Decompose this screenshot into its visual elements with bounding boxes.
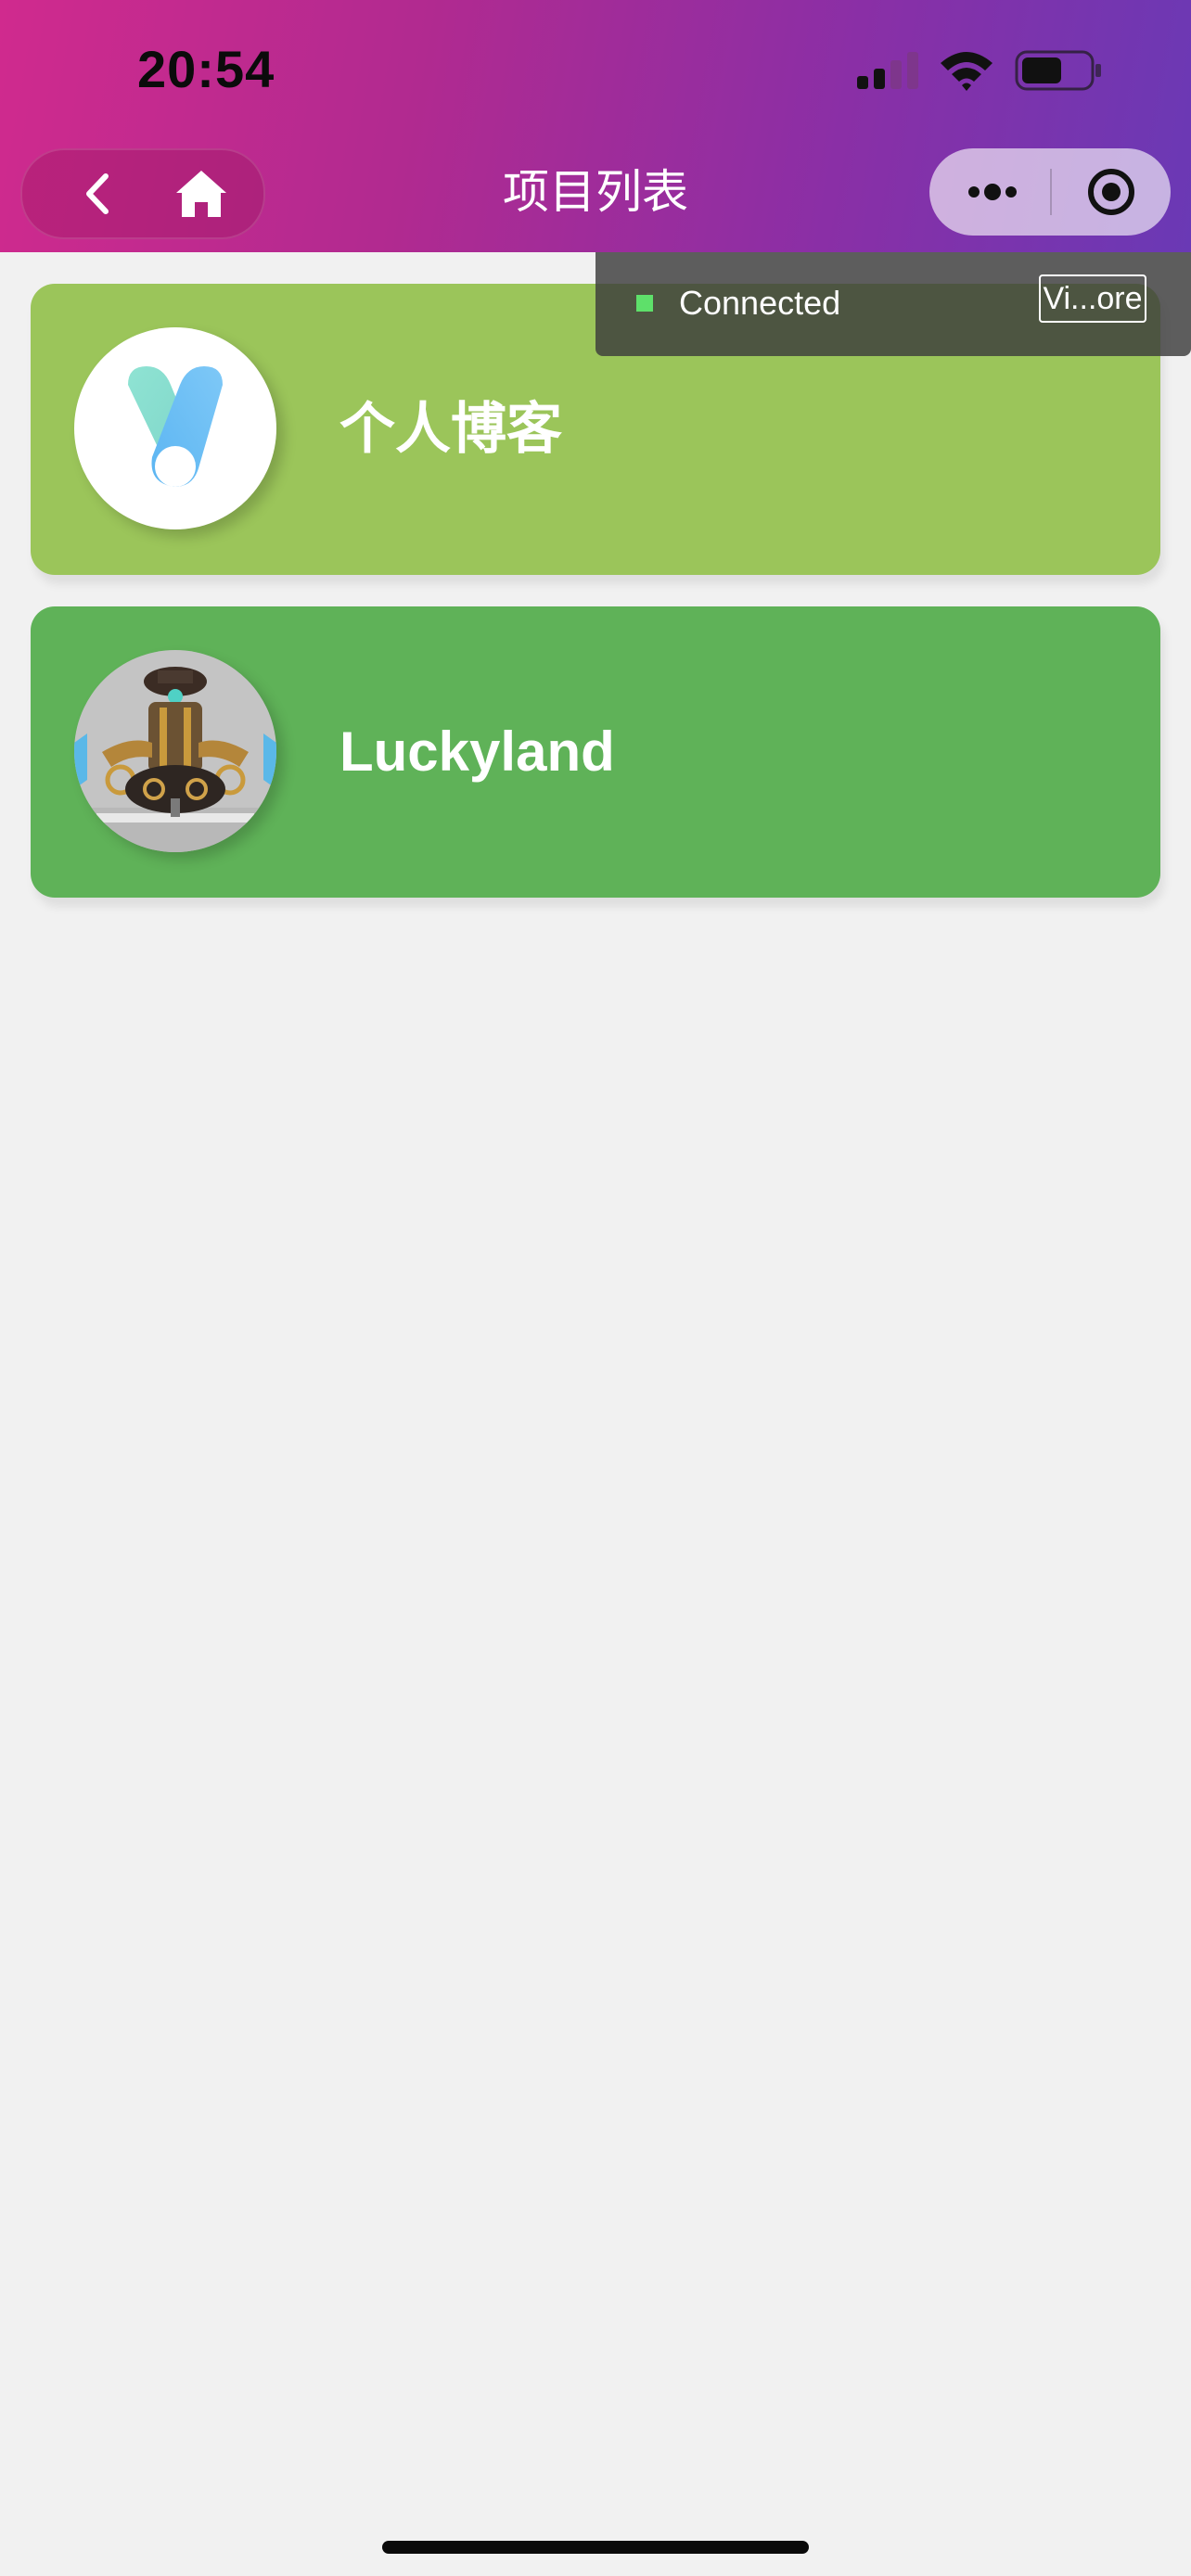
project-card-luckyland[interactable]: Luckyland <box>31 606 1160 898</box>
steampunk-robot-avatar <box>74 650 276 852</box>
close-button[interactable] <box>1052 148 1171 236</box>
status-time: 20:54 <box>137 40 275 98</box>
vconsole-toolbar: Connected Vi...ore <box>596 252 1191 356</box>
close-target-icon <box>1088 169 1134 215</box>
app-header: 20:54 项目列表 <box>0 0 1191 252</box>
connection-status-text: Connected <box>679 284 841 322</box>
project-title: 个人博客 <box>339 398 562 460</box>
cellular-signal-icon <box>857 52 918 89</box>
blog-logo-icon <box>74 327 276 529</box>
connection-status-indicator <box>636 295 653 312</box>
wifi-icon <box>941 52 992 91</box>
vconsole-more-button[interactable]: Vi...ore <box>1039 274 1146 323</box>
project-title: Luckyland <box>339 721 615 783</box>
more-button[interactable] <box>929 148 1050 236</box>
battery-icon <box>1015 50 1101 91</box>
home-indicator[interactable] <box>382 2541 809 2554</box>
nav-right-capsule <box>929 148 1171 236</box>
more-dots-icon <box>968 184 1017 200</box>
